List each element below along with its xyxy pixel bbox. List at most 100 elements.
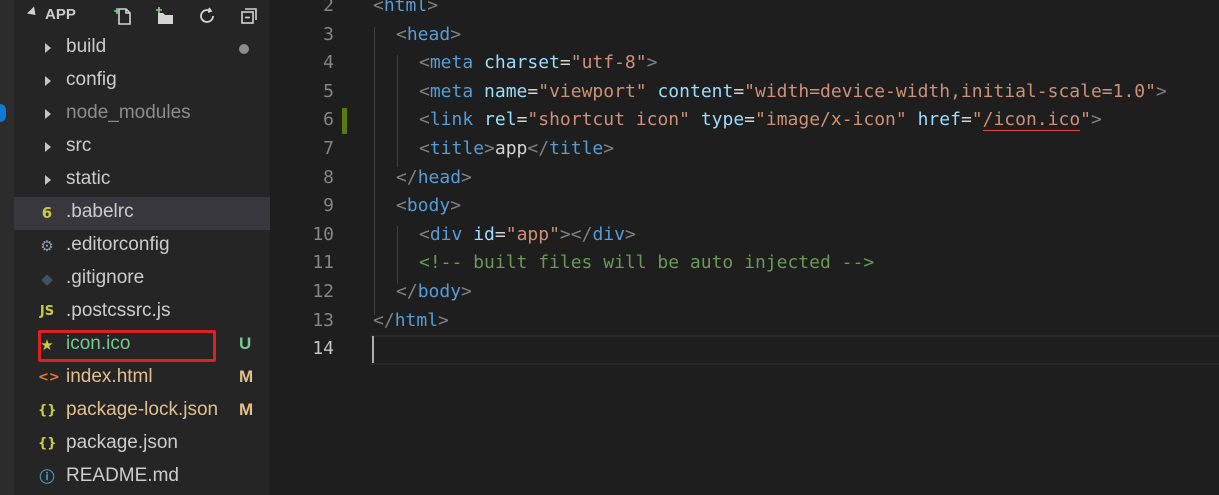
code-token: head [406,23,451,45]
chevron-right-icon[interactable] [45,109,51,119]
code-line[interactable]: <link rel="shortcut icon" type="image/x-… [419,109,1102,132]
code-token: link [429,109,474,131]
code-token: < [396,23,407,45]
tree-item-label: icon.ico [66,333,131,354]
code-token: ></ [559,223,593,245]
code-token: > [646,52,658,74]
code-token: id [473,223,495,245]
git-status-badge: U [239,334,252,353]
tree-item-label: .gitignore [66,267,145,288]
code-token: > [450,23,462,45]
activity-bar [0,0,14,495]
tree-folder[interactable]: config [14,65,270,98]
code-token: title [429,138,485,159]
chevron-right-icon[interactable] [45,76,51,86]
code-token: < [373,0,384,16]
line-number: 14 [312,338,334,360]
code-line[interactable]: <body> [396,195,461,216]
code-line[interactable]: <div id="app"></div> [419,224,636,245]
code-token: " [971,109,983,131]
code-token: = [527,80,539,102]
code-token: < [419,138,430,159]
js-icon: JS [39,304,55,319]
code-token: > [603,138,615,159]
chevron-right-icon[interactable] [45,142,51,152]
tree-file[interactable]: ⚙ .editorconfig [14,230,270,263]
chevron-right-icon[interactable] [45,175,51,185]
git-status-badge: M [239,367,254,386]
git-status-badge: M [239,400,254,419]
code-token: > [438,309,449,331]
tree-folder[interactable]: build [14,32,270,65]
code-token: div [429,223,463,245]
tree-folder[interactable]: static [14,164,270,197]
tree-folder[interactable]: src [14,131,270,164]
code-line[interactable]: <!-- built files will be auto injected -… [419,252,874,273]
code-token: = [559,52,571,74]
indent-guide [397,226,398,284]
code-token: = [744,109,756,131]
tree-file[interactable]: JS .postcssrc.js [14,296,270,329]
collapse-all-icon[interactable] [238,5,260,27]
explorer-sidebar: APP build config node_modules src static 6 .ba… [14,0,270,495]
code-token: type [700,109,745,131]
indent-guide [397,55,398,167]
tree-file[interactable]: ⓘ README.md [14,461,270,494]
code-line[interactable]: <head> [396,24,461,45]
tree-file[interactable]: 6 .babelrc [14,197,270,230]
code-token: > [624,223,636,245]
babel-icon: 6 [41,204,53,222]
chevron-right-icon[interactable] [45,43,51,53]
chevron-down-icon[interactable] [26,6,40,19]
code-line[interactable]: </html> [373,310,449,331]
code-line[interactable]: </body> [396,281,472,302]
tree-folder[interactable]: node_modules [14,98,270,131]
text-cursor [372,336,374,363]
code-token: = [516,109,528,131]
line-number: 9 [323,195,334,217]
code-token: < [396,195,407,217]
tree-item-label: static [66,168,111,189]
line-number: 11 [312,252,334,274]
tree-item-label: package.json [66,432,178,453]
tree-item-label: index.html [66,366,153,387]
tree-file[interactable]: {} package-lock.json M [14,395,270,428]
line-number: 2 [323,0,334,16]
code-token: > [1091,109,1102,131]
line-number: 7 [323,138,334,159]
code-line[interactable]: <title>app</title> [419,138,614,159]
code-token: = [494,223,506,245]
code-token: < [419,109,430,131]
tree-file[interactable]: ★ icon.ico U [14,329,270,362]
refresh-icon[interactable] [196,5,218,27]
line-number: 10 [312,223,334,245]
code-line[interactable]: <html> [373,0,438,16]
indent-guide [374,27,375,315]
tree-file[interactable]: {} package.json [14,428,270,461]
code-token: content [657,80,734,102]
tree-file[interactable]: ◆ .gitignore [14,263,270,296]
code-token: < [419,52,430,74]
code-line[interactable]: </head> [396,167,472,188]
code-token: /icon.ico [982,109,1081,132]
code-token: "shortcut icon" [527,109,690,131]
git-icon: ◆ [41,270,53,288]
current-line-highlight [370,335,1219,365]
explorer-header[interactable]: APP [14,0,270,32]
new-file-icon[interactable] [112,5,134,27]
code-editor[interactable]: 2 3 4 5 6 7 8 9 10 11 12 13 14 <html> <head> <meta cha… [270,0,1219,495]
code-line[interactable]: <meta charset="utf-8"> [419,52,657,73]
code-token: head [417,166,462,188]
tree-file[interactable]: <> index.html M [14,362,270,395]
code-token: = [733,80,745,102]
code-line[interactable]: <meta name="viewport" content="width=dev… [419,81,1167,102]
code-token: < [419,80,430,102]
code-token: </ [373,309,395,331]
code-token: html [394,309,439,331]
modified-dot-icon [239,44,249,54]
new-folder-icon[interactable] [154,5,176,27]
tree-item-label: .postcssrc.js [66,300,171,321]
tree-item-label: .editorconfig [66,234,170,255]
